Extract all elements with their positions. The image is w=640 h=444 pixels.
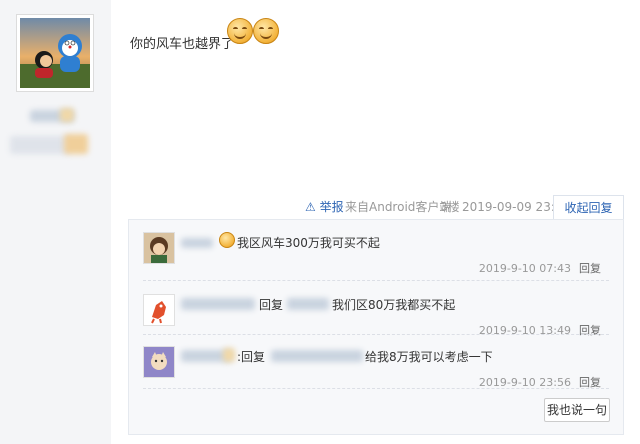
say-something-button[interactable]: 我也说一句 [544, 398, 610, 422]
reply-target-blurred [287, 298, 329, 310]
reply-item: 回复 我们区80万我都买不起 2019-9-10 13:49 回复 [143, 282, 611, 337]
reply-divider [143, 388, 609, 390]
reply-text: 给我8万我可以考虑一下 [365, 350, 493, 364]
user-sidebar [0, 0, 111, 444]
avatar-image [20, 18, 90, 88]
smile-emoji-icon [227, 18, 253, 44]
post-content: 你的风车也越界了 [130, 37, 235, 52]
user-avatar[interactable] [16, 14, 94, 92]
user-level-badge-blurred [64, 134, 88, 154]
reply-avatar[interactable] [143, 346, 175, 378]
reply-time: 2019-9-10 07:43 [478, 262, 571, 275]
report-link[interactable]: ⚠ 举报 [305, 195, 344, 219]
reply-username-blurred [181, 238, 213, 248]
reply-username-blurred [181, 298, 255, 310]
reply-item: :回复 给我8万我可以考虑一下 2019-9-10 23:56 回复 [143, 334, 611, 389]
reply-prefix: :回复 [237, 350, 266, 364]
warning-icon: ⚠ [305, 200, 316, 214]
reply-prefix: 回复 [259, 298, 284, 312]
smile-emoji-icon [253, 18, 279, 44]
reply-text: 我们区80万我都买不起 [332, 298, 456, 312]
reply-button[interactable]: 回复 [579, 262, 601, 275]
reply-meta: 2019-9-10 07:43 回复 [479, 260, 601, 276]
reply-avatar[interactable] [143, 294, 175, 326]
floor-number: 3楼 [440, 200, 460, 214]
post-source: 来自Android客户端 [345, 200, 452, 214]
reply-text: 我区风车300万我可买不起 [237, 236, 380, 250]
reply-avatar[interactable] [143, 232, 175, 264]
user-level-blurred [10, 136, 70, 154]
reply-user-badge-blurred [223, 348, 235, 362]
user-badge-blurred [60, 108, 74, 122]
collapse-reply-button[interactable]: 收起回复 [553, 195, 624, 221]
reply-list: 我区风车300万我可买不起 2019-9-10 07:43 回复 回复 我们区80… [128, 219, 624, 435]
reply-item: 我区风车300万我可买不起 2019-9-10 07:43 回复 [143, 220, 611, 275]
smile-emoji-icon [219, 232, 235, 248]
reply-target-blurred [271, 350, 363, 362]
